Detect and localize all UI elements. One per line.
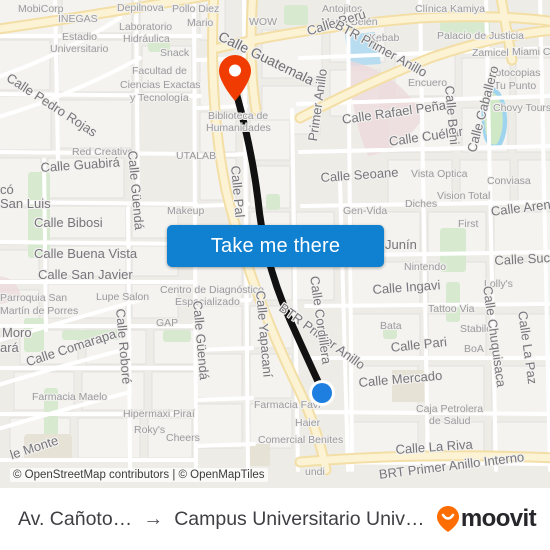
current-location-dot-icon[interactable] xyxy=(308,379,336,407)
moovit-brand: moovit xyxy=(436,505,537,533)
moovit-pin-icon xyxy=(436,506,459,532)
take-me-there-button[interactable]: Take me there xyxy=(167,225,384,267)
footer-bar: Av. Cañoto… → Campus Universitario Unive… xyxy=(0,488,550,550)
arrow-right-icon: → xyxy=(143,507,164,530)
map-attribution[interactable]: © OpenStreetMap contributors | © OpenMap… xyxy=(10,468,268,482)
route-destination: Campus Universitario Universidad Au… xyxy=(174,507,429,530)
route-summary: Av. Cañoto… → Campus Universitario Unive… xyxy=(18,508,429,531)
map-canvas[interactable]: MobiCorp INEGAS Depilnova Pollo Diez Antojit… xyxy=(0,0,550,488)
moovit-wordmark: moovit xyxy=(460,505,537,532)
destination-pin-icon[interactable] xyxy=(219,55,251,101)
moovit-map-screen: MobiCorp INEGAS Depilnova Pollo Diez Antojit… xyxy=(0,0,550,550)
route-origin: Av. Cañoto… xyxy=(18,507,133,530)
